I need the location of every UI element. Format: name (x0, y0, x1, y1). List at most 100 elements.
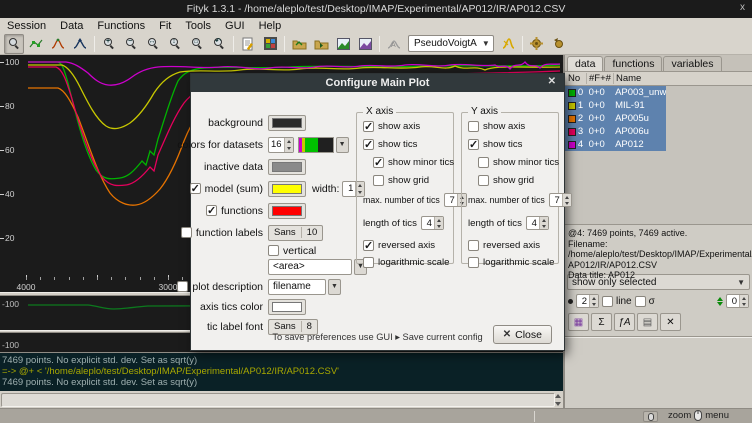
table-row[interactable]: 40+0AP012 (565, 138, 666, 151)
zoom-mode-icon[interactable] (4, 34, 24, 54)
run-fit-icon[interactable] (527, 34, 547, 54)
edit-script-icon[interactable] (238, 34, 258, 54)
plot-description-label: plot description (192, 281, 263, 293)
zoom-all-icon[interactable]: ⌂ (187, 34, 207, 54)
tab-data[interactable]: data (567, 56, 603, 71)
peak-type-select[interactable]: PseudoVoigtA▼ (408, 35, 494, 52)
plot-description-select[interactable]: filename (268, 279, 326, 295)
y-show-axis-checkbox[interactable] (468, 121, 479, 132)
menu-session[interactable]: Session (0, 20, 53, 32)
dataset-colors-preview[interactable] (298, 137, 334, 153)
zoom-horizontal-icon[interactable]: ↔ (143, 34, 163, 54)
delete-dataset-button[interactable]: ✕ (660, 313, 681, 331)
x-reversed-axis-checkbox[interactable] (363, 240, 374, 251)
x-tic-length-stepper[interactable]: 4 (421, 216, 444, 230)
aux-tick-label: -100 (2, 299, 19, 309)
y-max-tics-stepper[interactable]: 7 (549, 193, 572, 207)
background-color-button[interactable] (268, 115, 306, 131)
edit-function-button[interactable]: ƒA (614, 313, 635, 331)
menu-help[interactable]: Help (252, 20, 289, 32)
model-color-button[interactable] (268, 181, 306, 197)
x-show-minor-tics-checkbox[interactable] (373, 157, 384, 168)
history-spinner[interactable] (555, 393, 563, 407)
session-log-icon[interactable] (260, 34, 280, 54)
point-size-icon (568, 299, 573, 304)
zoom-previous-icon[interactable]: ↶ (209, 34, 229, 54)
dataset-colors-count-stepper[interactable]: 16 (268, 137, 294, 153)
line-checkbox[interactable] (602, 296, 613, 307)
zoom-out-icon[interactable]: − (121, 34, 141, 54)
open-data-icon[interactable] (289, 34, 309, 54)
axis-tics-color-label: axis tics color (191, 301, 263, 313)
command-input[interactable] (1, 393, 555, 407)
toolbar: + − ↔ ↕ ⌂ ↶ A PseudoVoigtA▼ (0, 33, 752, 55)
table-row[interactable]: 30+0AP006u (565, 125, 666, 138)
y-tic-length-stepper[interactable]: 4 (526, 216, 549, 230)
functions-color-button[interactable] (268, 203, 306, 219)
x-show-axis-checkbox[interactable] (363, 121, 374, 132)
window-title: Fityk 1.3.1 - /home/aleplo/test/Desktop/… (187, 3, 566, 15)
model-sum-checkbox[interactable] (190, 183, 201, 194)
y-reversed-axis-checkbox[interactable] (468, 240, 479, 251)
console-line: =-> @+ < '/home/aleplo/test/Desktop/IMAP… (2, 366, 563, 377)
y-show-tics-checkbox[interactable] (468, 139, 479, 150)
inactive-data-color-button[interactable] (268, 159, 306, 175)
chevron-down-icon: ▼ (737, 278, 745, 287)
shift-stepper[interactable]: 0 (726, 294, 749, 308)
add-function-icon[interactable] (498, 34, 518, 54)
y-log-scale-checkbox[interactable] (468, 257, 479, 268)
menu-data[interactable]: Data (53, 20, 90, 32)
menu-fit[interactable]: Fit (152, 20, 178, 32)
x-show-tics-checkbox[interactable] (363, 139, 374, 150)
dataset-colors-button[interactable]: ▦ (568, 313, 589, 331)
edit-formula-button[interactable]: ▤ (637, 313, 658, 331)
plot-description-checkbox[interactable] (177, 281, 188, 292)
dataset-color-swatch (568, 89, 576, 97)
vertical-checkbox[interactable] (268, 245, 279, 256)
y-show-grid-checkbox[interactable] (478, 175, 489, 186)
menu-bar: Session Data Functions Fit Tools GUI Hel… (0, 18, 752, 33)
zoom-vertical-icon[interactable]: ↕ (165, 34, 185, 54)
statusbar-divider (534, 411, 535, 422)
tic-label-font-label: tic label font (191, 321, 263, 333)
function-labels-checkbox[interactable] (181, 227, 192, 238)
tab-functions[interactable]: functions (604, 56, 662, 71)
menu-functions[interactable]: Functions (90, 20, 152, 32)
export-image-icon[interactable] (355, 34, 375, 54)
x-show-grid-checkbox[interactable] (373, 175, 384, 186)
chevron-down-icon[interactable]: ▼ (336, 137, 349, 153)
undo-fit-icon[interactable] (549, 34, 569, 54)
table-row[interactable]: 10+0MIL-91 (565, 99, 666, 112)
add-peak-mode-icon[interactable] (48, 34, 68, 54)
chevron-down-icon[interactable]: ▼ (328, 279, 341, 295)
dialog-close-icon[interactable]: ✕ (548, 76, 556, 87)
tab-variables[interactable]: variables (663, 56, 721, 71)
mouse-hint-button[interactable] (643, 411, 658, 422)
auto-add-icon[interactable]: A (384, 34, 404, 54)
sigma-checkbox[interactable] (635, 296, 646, 307)
close-button[interactable]: ✕Close (493, 325, 552, 344)
y-show-minor-tics-checkbox[interactable] (478, 157, 489, 168)
sum-datasets-button[interactable]: Σ (591, 313, 612, 331)
show-filter-select[interactable]: show only selected▼ (567, 274, 750, 290)
table-row[interactable]: 20+0AP005u (565, 112, 666, 125)
inactive-data-label: inactive data (191, 161, 263, 173)
execute-script-icon[interactable] (311, 34, 331, 54)
functions-checkbox[interactable] (206, 205, 217, 216)
dialog-title-bar[interactable]: Configure Main Plot ✕ (191, 74, 564, 92)
y-tick-label: 100 (0, 57, 19, 67)
axis-tics-color-button[interactable] (268, 299, 306, 315)
function-label-font-button[interactable]: Sans10 (268, 225, 323, 241)
sigma-label: σ (649, 296, 655, 307)
menu-gui[interactable]: GUI (218, 20, 252, 32)
x-log-scale-checkbox[interactable] (363, 257, 374, 268)
table-row[interactable]: 00+0AP003_unwa... (565, 86, 666, 99)
save-image-icon[interactable] (333, 34, 353, 54)
point-size-stepper[interactable]: 2 (576, 294, 599, 308)
drag-peak-mode-icon[interactable] (70, 34, 90, 54)
data-range-mode-icon[interactable] (26, 34, 46, 54)
window-close-button[interactable]: x (740, 2, 745, 13)
function-label-format-select[interactable]: <area> (268, 259, 352, 275)
zoom-in-icon[interactable]: + (99, 34, 119, 54)
menu-tools[interactable]: Tools (178, 20, 218, 32)
